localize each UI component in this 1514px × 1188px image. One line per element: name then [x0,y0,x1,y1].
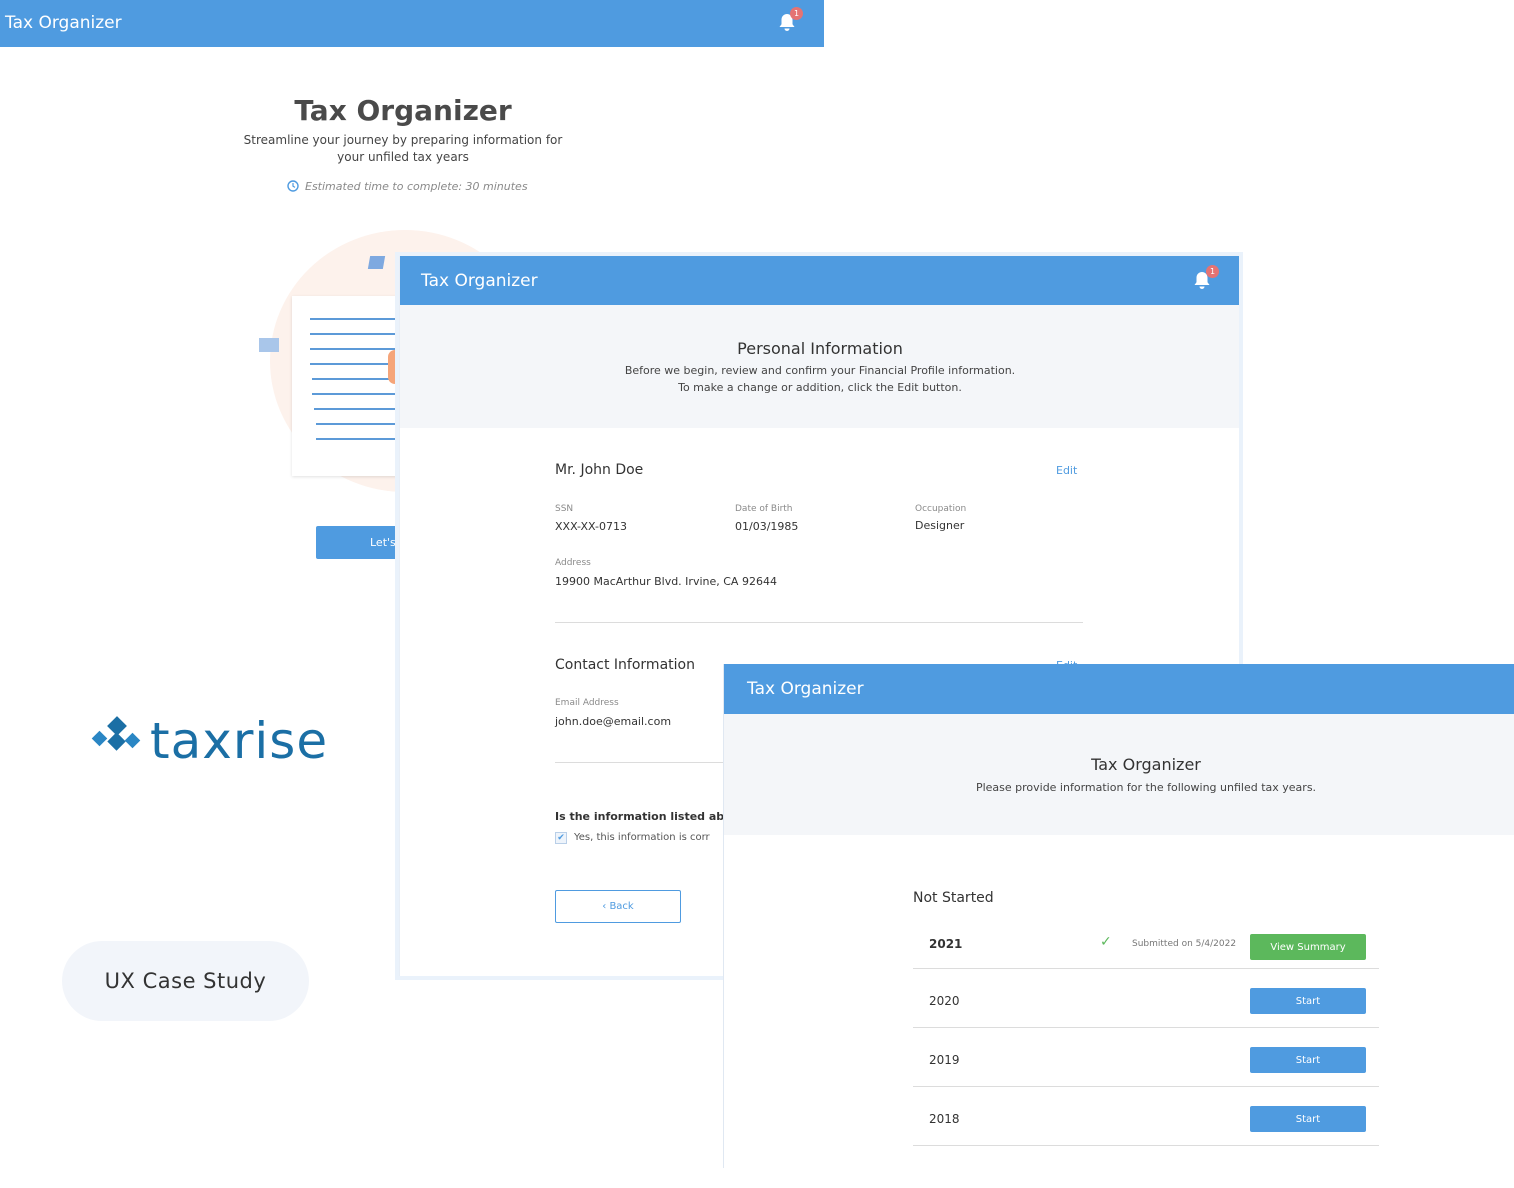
occupation-value: Designer [915,519,965,532]
ux-case-study-pill: UX Case Study [62,941,309,1021]
profile-name: Mr. John Doe [555,462,644,478]
tax-year: 2018 [929,1112,960,1126]
app-title: Tax Organizer [421,271,538,291]
dob-value: 01/03/1985 [735,520,799,533]
ssn-label: SSN [555,504,574,514]
section-subheading: Please provide information for the follo… [975,781,1317,794]
check-icon: ✔ [557,833,565,843]
document-line [310,318,410,320]
status-group-label: Not Started [913,890,994,906]
intro-panel [724,714,1514,835]
start-button[interactable]: Start [1250,1047,1366,1073]
top-bar: Tax Organizer 1 [400,256,1239,305]
start-button[interactable]: Start [1250,988,1366,1014]
confirm-checkbox-label: Yes, this information is corr [574,832,710,843]
document-line [310,333,410,335]
app-title: Tax Organizer [747,679,864,699]
start-button[interactable]: Start [1250,1106,1366,1132]
tax-year: 2019 [929,1053,960,1067]
time-estimate: Estimated time to complete: 30 minutes [287,180,528,193]
confirmation-question: Is the information listed abo [555,810,732,823]
top-bar: Tax Organizer [724,664,1514,714]
document-line [312,393,412,395]
tax-year: 2020 [929,994,960,1008]
clock-icon [287,180,299,192]
section-heading: Personal Information [737,339,903,358]
notification-badge: 1 [790,7,803,20]
edit-profile-link[interactable]: Edit [1056,464,1077,477]
view-summary-button[interactable]: View Summary [1250,934,1366,960]
taxrise-logo-icon [91,716,141,751]
page-title: Tax Organizer [294,94,512,127]
tax-year-row: 2019 Start [913,1028,1379,1087]
ssn-value: XXX-XX-0713 [555,520,627,533]
app-title: Tax Organizer [5,13,122,33]
confirm-checkbox[interactable]: ✔ [555,832,567,844]
illustration-tag [259,338,279,352]
top-bar: Tax Organizer 1 [0,0,824,47]
taxrise-logo-text: taxrise [150,712,329,770]
tax-year-row: 2021 ✓ Submitted on 5/4/2022 View Summar… [913,910,1379,969]
submitted-date: Submitted on 5/4/2022 [1132,939,1237,949]
tax-year-row: 2018 Start [913,1087,1379,1146]
back-button[interactable]: ‹ Back [555,890,681,923]
page-subtitle: Streamline your journey by preparing inf… [243,133,563,164]
tax-year-row: 2020 Start [913,969,1379,1028]
intro-text-line-2: To make a change or addition, click the … [678,381,962,394]
illustration-tag [367,256,386,269]
time-estimate-text: Estimated time to complete: 30 minutes [305,180,528,193]
email-label: Email Address [555,698,619,708]
intro-text-line-1: Before we begin, review and confirm your… [624,364,1016,377]
section-heading: Tax Organizer [1091,755,1201,774]
contact-heading: Contact Information [555,657,695,673]
address-value: 19900 MacArthur Blvd. Irvine, CA 92644 [555,575,777,588]
check-icon: ✓ [1100,934,1112,950]
notification-badge: 1 [1206,265,1219,278]
dob-label: Date of Birth [735,504,793,514]
divider [555,622,1083,623]
address-label: Address [555,558,591,568]
tax-year: 2021 [929,937,963,951]
email-value: john.doe@email.com [555,715,672,728]
tax-years-screen: Tax Organizer Tax Organizer Please provi… [723,664,1514,1168]
occupation-label: Occupation [915,504,967,514]
